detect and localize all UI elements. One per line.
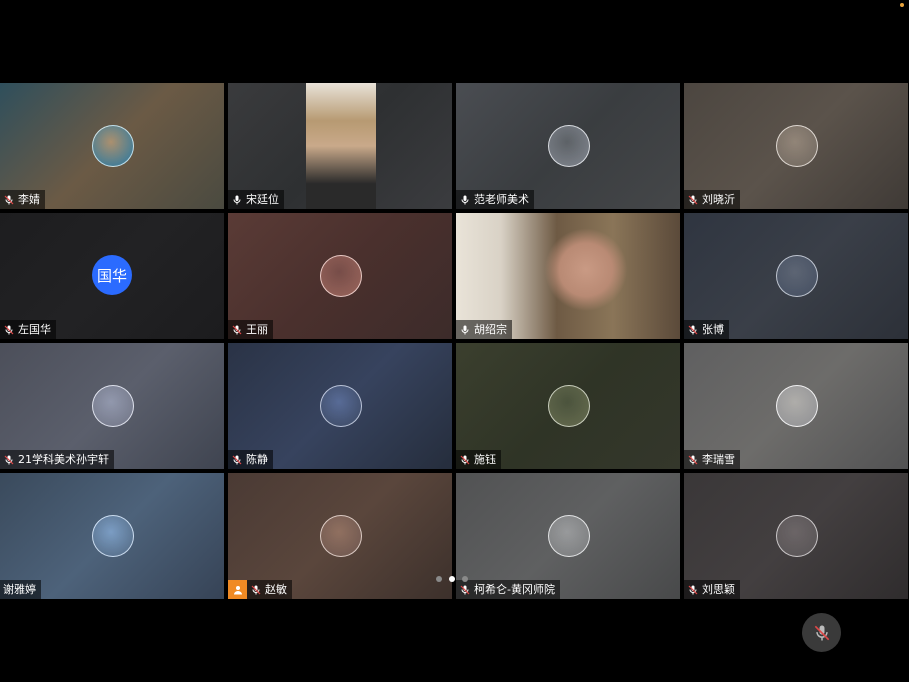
participant-name: 宋廷位 xyxy=(246,193,279,206)
participant-name-label: 左国华 xyxy=(0,320,56,339)
participant-name: 刘思颖 xyxy=(702,583,735,596)
participant-tile[interactable]: 柯希仑-黄冈师院 xyxy=(456,473,680,599)
participant-name-label: 刘思颖 xyxy=(684,580,740,599)
participant-tile[interactable]: 范老师美术 xyxy=(456,83,680,209)
avatar xyxy=(320,255,362,297)
video-feed xyxy=(306,83,376,209)
participant-name: 范老师美术 xyxy=(474,193,529,206)
participant-tile[interactable]: 李婧 xyxy=(0,83,224,209)
participant-tile[interactable]: 刘晓沂 xyxy=(684,83,908,209)
participant-name: 李瑞雪 xyxy=(702,453,735,466)
participant-tile[interactable]: 21学科美术孙宇轩 xyxy=(0,343,224,469)
participant-tile[interactable]: 国华左国华 xyxy=(0,213,224,339)
mic-muted-icon xyxy=(688,195,698,204)
mic-muted-icon xyxy=(232,455,242,464)
avatar xyxy=(548,385,590,427)
avatar xyxy=(92,125,134,167)
participant-name-label: 陈静 xyxy=(228,450,273,469)
avatar xyxy=(320,385,362,427)
avatar xyxy=(776,385,818,427)
page-indicator[interactable] xyxy=(436,576,468,582)
avatar xyxy=(776,255,818,297)
avatar: 国华 xyxy=(92,255,132,295)
participant-tile[interactable]: 宋廷位 xyxy=(228,83,452,209)
participant-tile[interactable]: 赵敏 xyxy=(228,473,452,599)
participant-grid: 李婧 宋廷位 范老师美术 刘晓沂 国华 左国华 王丽 胡绍宗 张博 21学科美术孙宇轩 陈静 施钰 李瑞… xyxy=(0,83,909,599)
mic-off-icon xyxy=(814,625,829,640)
participant-tile[interactable]: 谢雅婷 xyxy=(0,473,224,599)
mic-icon xyxy=(461,195,469,204)
participant-name: 胡绍宗 xyxy=(474,323,507,336)
participant-name: 陈静 xyxy=(246,453,268,466)
participant-name-label: 施钰 xyxy=(456,450,501,469)
mic-icon xyxy=(461,325,469,334)
page-dot[interactable] xyxy=(449,576,455,582)
mute-toggle-button[interactable] xyxy=(802,613,841,652)
participant-name-label: 李瑞雪 xyxy=(684,450,740,469)
mic-muted-icon xyxy=(4,195,14,204)
avatar xyxy=(92,385,134,427)
participant-tile[interactable]: 陈静 xyxy=(228,343,452,469)
participant-tile[interactable]: 胡绍宗 xyxy=(456,213,680,339)
participant-name: 赵敏 xyxy=(265,583,287,596)
mic-muted-icon xyxy=(688,455,698,464)
participant-name: 刘晓沂 xyxy=(702,193,735,206)
page-dot[interactable] xyxy=(436,576,442,582)
page-dot[interactable] xyxy=(462,576,468,582)
participant-name: 左国华 xyxy=(18,323,51,336)
mic-muted-icon xyxy=(232,325,242,334)
avatar xyxy=(776,515,818,557)
participant-name: 21学科美术孙宇轩 xyxy=(18,453,109,466)
mic-muted-icon xyxy=(460,585,470,594)
mic-muted-icon xyxy=(688,325,698,334)
participant-name-label: 赵敏 xyxy=(247,580,292,599)
participant-tile[interactable]: 王丽 xyxy=(228,213,452,339)
avatar xyxy=(548,515,590,557)
participant-name: 谢雅婷 xyxy=(3,583,36,596)
mic-muted-icon xyxy=(4,325,14,334)
avatar xyxy=(92,515,134,557)
avatar xyxy=(320,515,362,557)
participant-tile[interactable]: 刘思颖 xyxy=(684,473,908,599)
participant-name-label: 柯希仑-黄冈师院 xyxy=(456,580,560,599)
mic-muted-icon xyxy=(251,585,261,594)
participant-name: 柯希仑-黄冈师院 xyxy=(474,583,555,596)
participant-name-label: 张博 xyxy=(684,320,729,339)
mic-muted-icon xyxy=(688,585,698,594)
participant-name-label: 范老师美术 xyxy=(456,190,534,209)
participant-name: 施钰 xyxy=(474,453,496,466)
participant-name-label: 刘晓沂 xyxy=(684,190,740,209)
host-badge-icon xyxy=(228,580,247,599)
participant-name-label: 胡绍宗 xyxy=(456,320,512,339)
status-indicator-dot xyxy=(900,3,904,7)
participant-name-label: 李婧 xyxy=(0,190,45,209)
participant-tile[interactable]: 张博 xyxy=(684,213,908,339)
participant-name: 王丽 xyxy=(246,323,268,336)
participant-tile[interactable]: 施钰 xyxy=(456,343,680,469)
avatar xyxy=(776,125,818,167)
mic-muted-icon xyxy=(460,455,470,464)
avatar xyxy=(548,125,590,167)
mic-icon xyxy=(233,195,241,204)
mic-muted-icon xyxy=(4,455,14,464)
participant-tile[interactable]: 李瑞雪 xyxy=(684,343,908,469)
participant-name-label: 谢雅婷 xyxy=(0,580,41,599)
participant-name: 张博 xyxy=(702,323,724,336)
participant-name-label: 21学科美术孙宇轩 xyxy=(0,450,114,469)
participant-name: 李婧 xyxy=(18,193,40,206)
participant-name-label: 王丽 xyxy=(228,320,273,339)
participant-name-label: 宋廷位 xyxy=(228,190,284,209)
